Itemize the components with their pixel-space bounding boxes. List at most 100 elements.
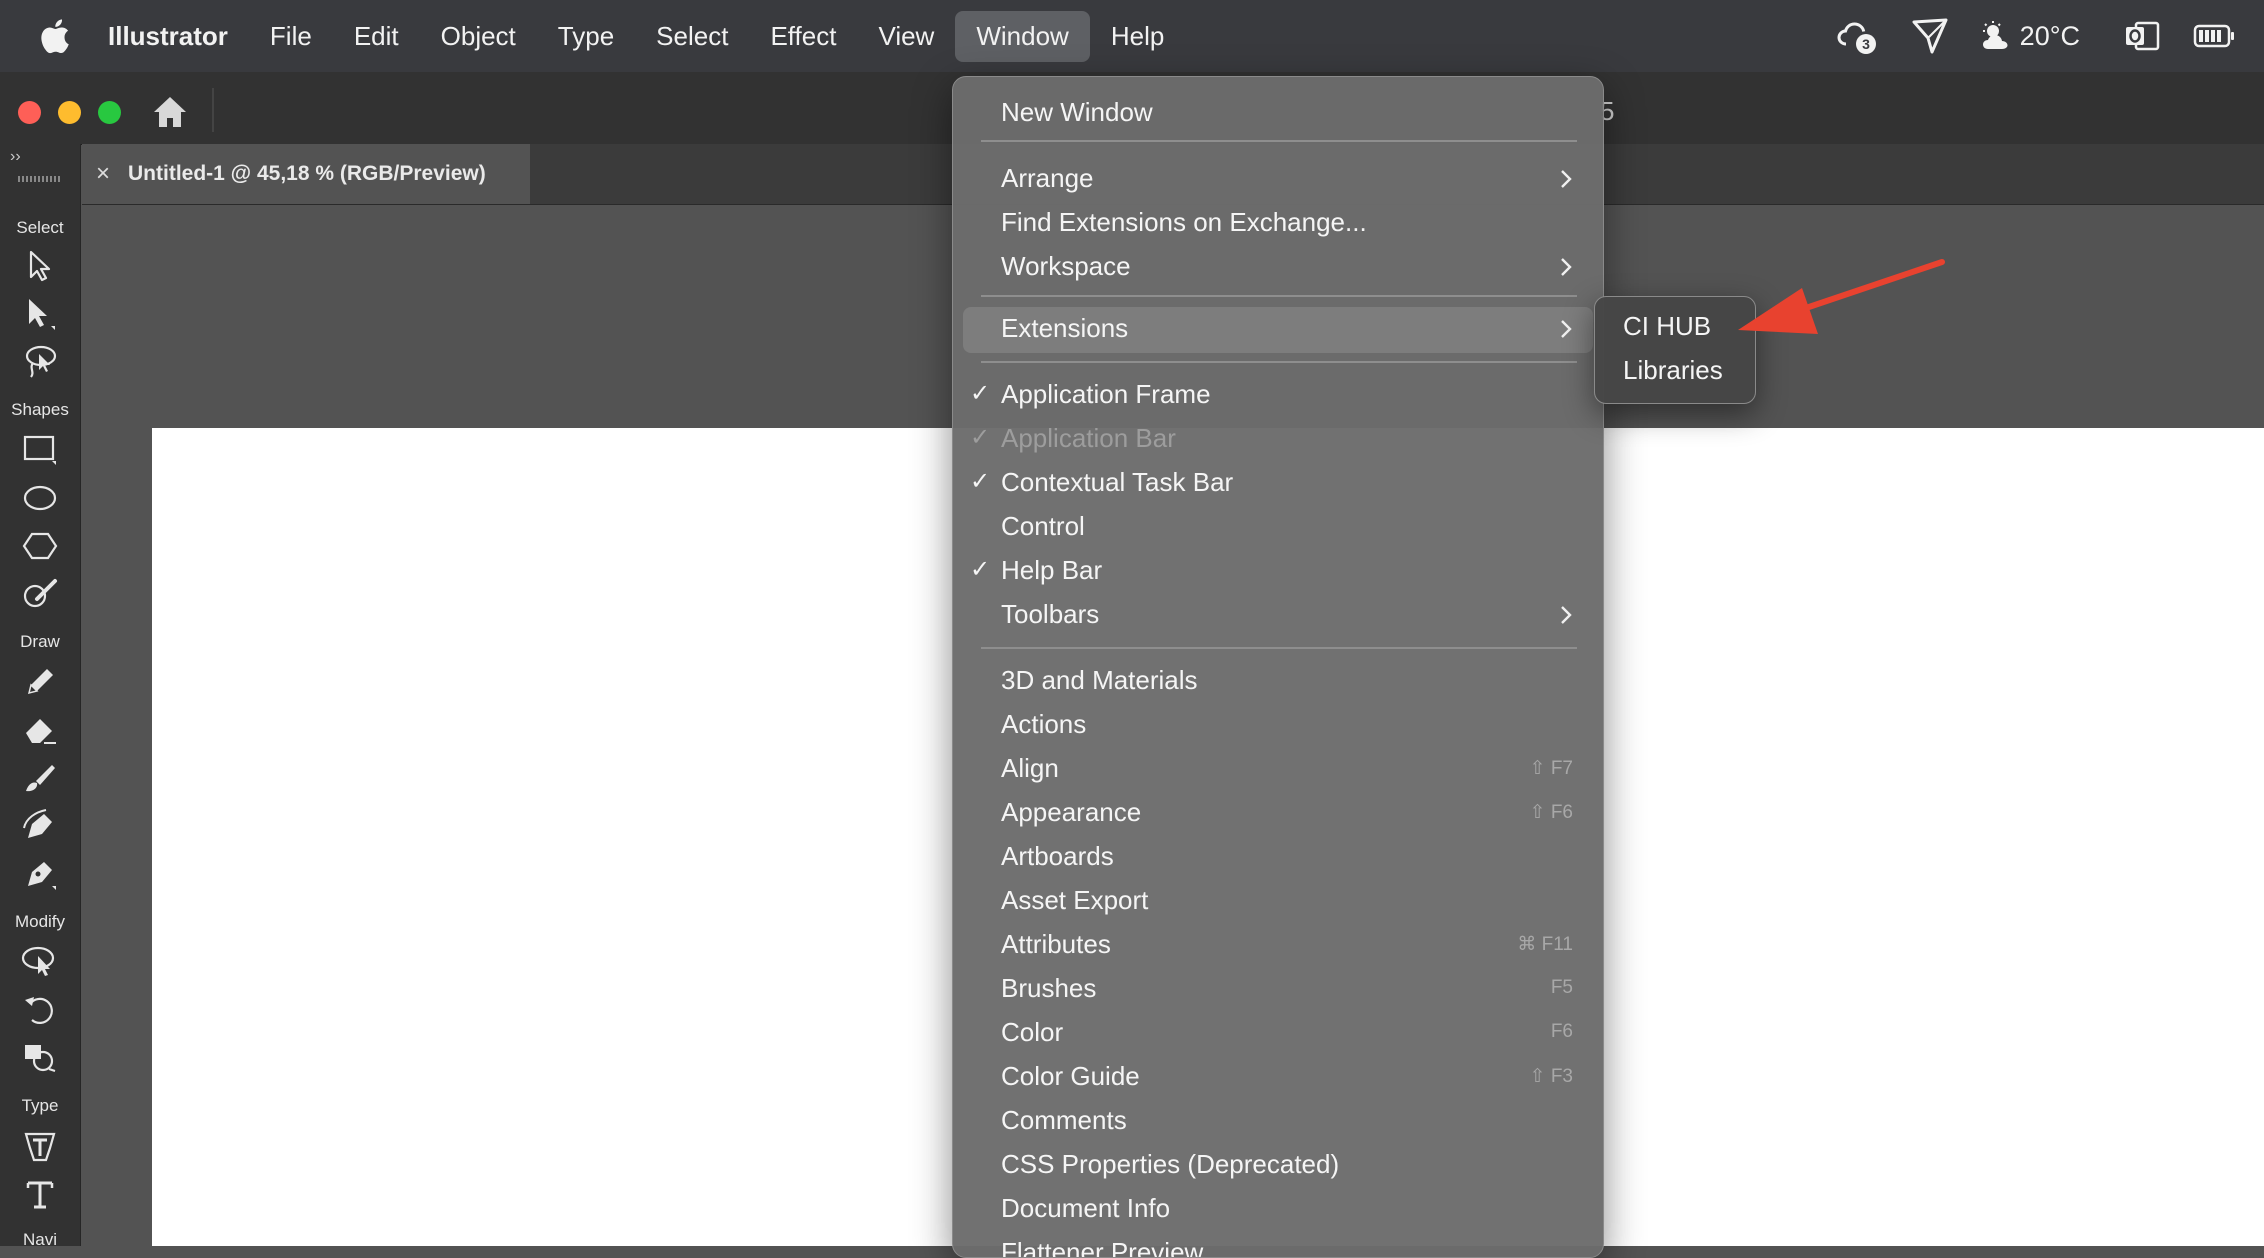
annotation-arrow-icon [1738,259,1945,334]
menu-separator [981,361,1577,363]
tab-close-icon[interactable]: × [96,160,110,188]
menu-item-workspace[interactable]: Workspace [953,245,1603,289]
ellipse-tool-icon[interactable] [16,474,64,522]
menu-item-3d-and-materials[interactable]: 3D and Materials [953,659,1603,703]
tool-section-shapes: Shapes [11,400,69,419]
menu-item-brushes[interactable]: Brushes F5 [953,967,1603,1011]
paintbrush-tool-icon[interactable] [16,754,64,802]
menu-item-flattener-preview[interactable]: Flattener Preview [953,1231,1603,1257]
menu-item-asset-export[interactable]: Asset Export [953,879,1603,923]
menu-effect[interactable]: Effect [749,11,857,62]
menu-item-align[interactable]: Align ⇧ F7 [953,747,1603,791]
chevron-right-icon [1561,606,1572,624]
menu-shortcut: ⇧ F3 [1529,1066,1573,1087]
checkmark-icon: ✓ [970,380,991,407]
window-minimize-button[interactable] [58,101,81,124]
tool-section-modify: Modify [14,912,66,931]
menu-item-help-bar[interactable]: ✓ Help Bar [953,549,1603,593]
menu-item-arrange[interactable]: Arrange [953,157,1603,201]
tool-section-type: Type [21,1096,59,1115]
system-menu-bar: Illustrator File Edit Object Type Select… [0,0,2264,72]
checkmark-icon: ✓ [970,468,991,495]
title-bar-divider [212,88,214,132]
rotate-tool-icon[interactable] [16,986,64,1034]
pencil-tool-icon[interactable] [16,658,64,706]
menu-item-new-window[interactable]: New Window [953,91,1603,135]
apple-logo-icon[interactable] [38,18,70,54]
menu-type[interactable]: Type [537,11,635,62]
checkmark-icon: ✓ [970,424,991,451]
tool-section-draw: Draw [20,632,60,651]
menu-shortcut: ⇧ F6 [1529,802,1573,823]
cloud-sync-icon[interactable]: 3 [1836,16,1880,56]
toolbar-collapse-icon[interactable]: ›› [10,148,21,166]
zoom-select-tool-icon[interactable] [16,938,64,986]
menu-edit[interactable]: Edit [333,11,420,62]
weather-temperature: 20°C [2019,20,2080,51]
menu-separator [981,647,1577,649]
menu-app-illustrator[interactable]: Illustrator [108,11,249,62]
menu-shortcut: F6 [1550,1021,1573,1042]
outlook-icon[interactable] [2120,16,2164,56]
menu-item-artboards[interactable]: Artboards [953,835,1603,879]
tool-section-navigate: Navi [22,1230,57,1249]
submenu-item-libraries[interactable]: Libraries [1595,349,1755,393]
polygon-tool-icon[interactable] [16,522,64,570]
menu-file[interactable]: File [249,11,333,62]
menu-item-attributes[interactable]: Attributes ⌘ F11 [953,923,1603,967]
home-icon[interactable] [150,92,190,132]
menu-separator [981,140,1577,142]
tool-section-select: Select [16,218,64,237]
menu-object[interactable]: Object [420,11,537,62]
menu-item-application-bar: ✓ Application Bar [970,423,1176,453]
window-close-button[interactable] [18,101,41,124]
menu-select[interactable]: Select [635,11,749,62]
chevron-right-icon [1561,258,1572,276]
document-tab[interactable]: × Untitled-1 @ 45,18 % (RGB/Preview) [82,144,530,204]
window-dropdown-menu: New Window Arrange Find Extensions on Ex… [952,76,1604,1258]
menu-item-contextual-task-bar[interactable]: ✓ Contextual Task Bar [953,461,1603,505]
menu-window[interactable]: Window [955,10,1090,62]
pen-tool-icon[interactable] [16,850,64,898]
toolbar-grip-handle[interactable] [18,176,60,182]
menu-item-control[interactable]: Control [953,505,1603,549]
selection-tool-icon[interactable] [16,242,64,290]
menu-help[interactable]: Help [1090,11,1185,62]
eraser-tool-icon[interactable] [16,706,64,754]
menu-item-find-extensions[interactable]: Find Extensions on Exchange... [953,201,1603,245]
lasso-tool-icon[interactable] [16,338,64,386]
rectangle-tool-icon[interactable] [16,426,64,474]
menu-item-toolbars[interactable]: Toolbars [953,593,1603,637]
menu-item-appearance[interactable]: Appearance ⇧ F6 [953,791,1603,835]
document-tab-title: Untitled-1 @ 45,18 % (RGB/Preview) [128,162,486,185]
menu-item-document-info[interactable]: Document Info [953,1187,1603,1231]
menu-bar-status-area: 3 20°C [1836,0,2264,72]
menu-shortcut: ⌘ F11 [1517,934,1573,955]
menu-item-extensions[interactable]: Extensions [963,307,1593,353]
curvature-tool-icon[interactable] [16,802,64,850]
shaper-tool-icon[interactable] [16,570,64,618]
menu-shortcut: ⇧ F7 [1529,758,1573,779]
menu-item-css-properties[interactable]: CSS Properties (Deprecated) [953,1143,1603,1187]
cloud-badge-count: 3 [1862,36,1870,52]
window-zoom-button[interactable] [98,101,121,124]
menu-item-actions[interactable]: Actions [953,703,1603,747]
type-tool-icon[interactable] [16,1170,64,1218]
weather-widget[interactable]: 20°C [1980,21,2080,52]
checkmark-icon: ✓ [970,556,991,583]
battery-icon[interactable] [2192,16,2236,56]
menu-item-color[interactable]: Color F6 [953,1011,1603,1055]
touch-type-tool-icon[interactable] [16,1122,64,1170]
chevron-right-icon [1561,170,1572,188]
direct-selection-tool-icon[interactable] [16,290,64,338]
chevron-right-icon [1561,320,1572,338]
menu-shortcut: F5 [1550,977,1573,998]
menu-separator [981,295,1577,297]
weather-icon [1982,21,2008,49]
menu-view[interactable]: View [857,11,955,62]
menu-item-application-frame[interactable]: ✓ Application Frame [953,373,1603,417]
menu-item-comments[interactable]: Comments [953,1099,1603,1143]
menu-item-color-guide[interactable]: Color Guide ⇧ F3 [953,1055,1603,1099]
shape-builder-tool-icon[interactable] [16,1034,64,1082]
messenger-icon[interactable] [1908,16,1952,56]
